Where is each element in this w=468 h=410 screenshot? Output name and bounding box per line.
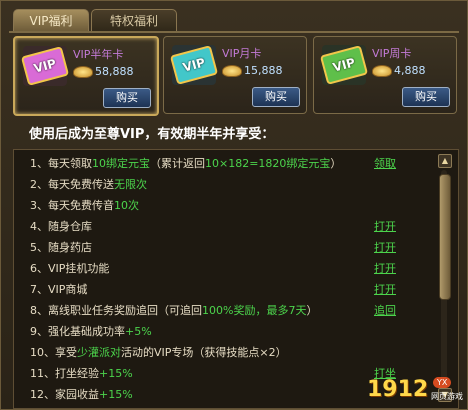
- scrollbar[interactable]: ▲ ▼: [438, 154, 452, 402]
- scroll-up-icon[interactable]: ▲: [438, 154, 452, 168]
- benefit-text: +15%: [99, 367, 133, 380]
- card-name: VIP月卡: [222, 47, 262, 60]
- logo-text: 1912: [367, 377, 429, 402]
- benefit-headline: 使用后成为至尊VIP，有效期半年并享受：: [29, 127, 275, 142]
- card-price: 15,888: [244, 64, 283, 77]
- benefit-text: 1、每天领取: [30, 157, 92, 170]
- benefit-text: 5、随身药店: [30, 241, 92, 254]
- buy-button[interactable]: 购买: [252, 87, 300, 107]
- benefit-action-link[interactable]: 打开: [374, 238, 396, 258]
- benefit-list: 1、每天领取10绑定元宝（累计返回10×182=1820绑定元宝） 领取 2、每天免…: [13, 149, 459, 409]
- benefit-text: ）: [330, 157, 342, 170]
- benefit-text: 无限次: [114, 178, 147, 191]
- card-price: 58,888: [95, 65, 134, 78]
- benefit-action-link[interactable]: 打开: [374, 280, 396, 300]
- vip-badge-icon: VIP: [319, 45, 369, 85]
- benefit-row: 3、每天免费传音10次: [30, 196, 420, 216]
- benefit-row: 9、强化基础成功率+5%: [30, 322, 420, 342]
- benefit-text: +5%: [125, 325, 152, 338]
- card-price: 4,888: [394, 64, 426, 77]
- vip-welfare-panel: VIP福利 特权福利 VIP VIP半年卡 58,888 购买 VIP VIP月…: [0, 0, 468, 410]
- benefit-text: 少灌派对: [77, 346, 121, 359]
- benefit-text: 100%奖励，最多7天: [202, 304, 307, 317]
- card-name: VIP周卡: [372, 47, 412, 60]
- scroll-thumb[interactable]: [439, 174, 451, 300]
- logo-subtitle: 网页游戏: [431, 392, 463, 401]
- vip-card-icon: VIP: [319, 45, 369, 85]
- benefit-action-link[interactable]: 打开: [374, 217, 396, 237]
- benefit-row: 6、VIP挂机功能 打开: [30, 259, 420, 279]
- benefit-text: 10、享受: [30, 346, 77, 359]
- benefit-text: （累计返回: [150, 157, 205, 170]
- benefit-row: 10、享受少灌派对活动的VIP专场（获得技能点×2）: [30, 343, 420, 363]
- benefit-text: 6、VIP挂机功能: [30, 262, 110, 275]
- benefit-text: 12、家园收益: [30, 388, 99, 401]
- vip-card-icon: VIP: [169, 45, 219, 85]
- benefit-row: 8、离线职业任务奖励追回（可追回100%奖励，最多7天） 追回: [30, 301, 420, 321]
- benefit-text: 8、离线职业任务奖励追回（可追回: [30, 304, 202, 317]
- vip-card-icon: VIP: [20, 46, 70, 86]
- buy-button[interactable]: 购买: [402, 87, 450, 107]
- logo-badge: YX: [433, 377, 452, 388]
- benefit-row: 12、家园收益+15%: [30, 385, 420, 405]
- site-logo: 1912 YX 网页游戏: [367, 377, 463, 407]
- benefit-action-link[interactable]: 打开: [374, 259, 396, 279]
- gold-ingot-icon: [222, 65, 242, 77]
- benefit-text: 10次: [114, 199, 139, 212]
- tab-divider: [9, 31, 459, 33]
- benefit-text: 9、强化基础成功率: [30, 325, 125, 338]
- benefit-text: 11、打坐经验: [30, 367, 99, 380]
- benefit-row: 5、随身药店 打开: [30, 238, 420, 258]
- benefit-text: 10×182=1820绑定元宝: [205, 157, 331, 170]
- benefit-text: 2、每天免费传送: [30, 178, 114, 191]
- vip-card-weekly[interactable]: VIP VIP周卡 4,888 购买: [313, 36, 457, 114]
- tab-privilege-welfare[interactable]: 特权福利: [91, 9, 177, 32]
- benefit-text: ）: [306, 304, 318, 317]
- benefit-text: 4、随身仓库: [30, 220, 92, 233]
- benefit-row: 7、VIP商城 打开: [30, 280, 420, 300]
- benefit-text: +15%: [99, 388, 133, 401]
- tab-vip-welfare[interactable]: VIP福利: [13, 9, 89, 32]
- benefit-row: 2、每天免费传送无限次: [30, 175, 420, 195]
- gold-ingot-icon: [372, 65, 392, 77]
- benefit-text: 7、VIP商城: [30, 283, 88, 296]
- benefit-row: 1、每天领取10绑定元宝（累计返回10×182=1820绑定元宝） 领取: [30, 154, 420, 174]
- vip-card-monthly[interactable]: VIP VIP月卡 15,888 购买: [163, 36, 307, 114]
- benefit-action-link[interactable]: 领取: [374, 154, 396, 174]
- card-name: VIP半年卡: [73, 48, 124, 61]
- vip-card-half-year[interactable]: VIP VIP半年卡 58,888 购买: [13, 36, 159, 116]
- vip-badge-icon: VIP: [20, 46, 70, 86]
- buy-button[interactable]: 购买: [103, 88, 151, 108]
- benefit-text: 10绑定元宝: [92, 157, 150, 170]
- gold-ingot-icon: [73, 66, 93, 78]
- benefit-action-link[interactable]: 追回: [374, 301, 396, 321]
- vip-card-list: VIP VIP半年卡 58,888 购买 VIP VIP月卡 15,888 购买…: [13, 36, 457, 116]
- vip-badge-icon: VIP: [169, 45, 219, 85]
- benefit-text: 3、每天免费传音: [30, 199, 114, 212]
- benefit-text: 活动的VIP专场（获得技能点×2）: [121, 346, 287, 359]
- benefit-row: 11、打坐经验+15% 打坐: [30, 364, 420, 384]
- benefit-row: 4、随身仓库 打开: [30, 217, 420, 237]
